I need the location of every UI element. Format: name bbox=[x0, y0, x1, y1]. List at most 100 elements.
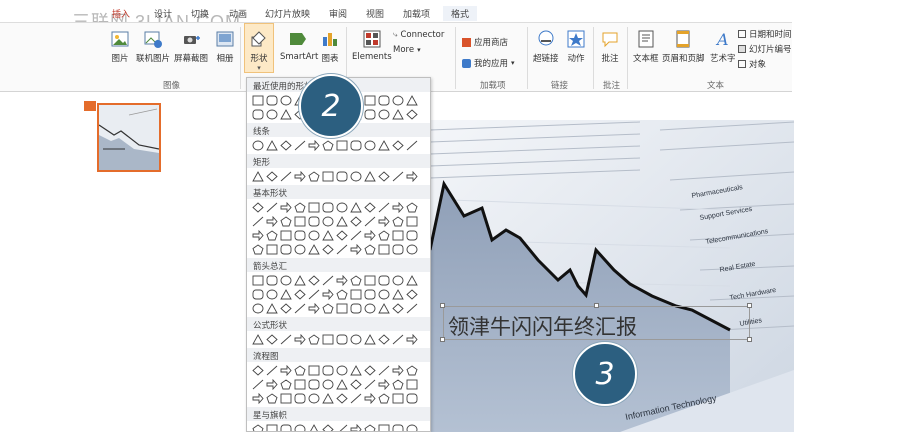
shape-option[interactable] bbox=[364, 244, 376, 255]
shape-option[interactable] bbox=[392, 379, 404, 390]
shape-option[interactable] bbox=[364, 289, 376, 300]
shape-row[interactable] bbox=[251, 171, 430, 182]
shape-option[interactable] bbox=[322, 275, 334, 286]
shape-option[interactable] bbox=[322, 289, 334, 300]
shape-option[interactable] bbox=[364, 171, 376, 182]
shape-icons-basic-4[interactable] bbox=[251, 244, 426, 255]
shape-option[interactable] bbox=[364, 216, 376, 227]
more-button[interactable]: More ▾ bbox=[393, 45, 421, 55]
shape-option[interactable] bbox=[294, 244, 306, 255]
shape-option[interactable] bbox=[280, 244, 292, 255]
textbox-button[interactable]: 文本框 bbox=[633, 29, 659, 64]
shape-option[interactable] bbox=[266, 109, 278, 120]
shape-option[interactable] bbox=[392, 230, 404, 241]
shape-option[interactable] bbox=[280, 334, 292, 345]
shape-option[interactable] bbox=[336, 171, 348, 182]
shape-option[interactable] bbox=[308, 230, 320, 241]
shape-option[interactable] bbox=[406, 303, 418, 314]
tab-format[interactable]: 格式 bbox=[443, 6, 478, 21]
shape-option[interactable] bbox=[294, 289, 306, 300]
shape-option[interactable] bbox=[266, 216, 278, 227]
shape-option[interactable] bbox=[266, 171, 278, 182]
shape-option[interactable] bbox=[308, 244, 320, 255]
shape-option[interactable] bbox=[336, 303, 348, 314]
shape-option[interactable] bbox=[322, 379, 334, 390]
shape-option[interactable] bbox=[252, 140, 264, 151]
shape-option[interactable] bbox=[406, 289, 418, 300]
header-footer-button[interactable]: 页眉和页脚 bbox=[662, 29, 705, 64]
shape-option[interactable] bbox=[336, 275, 348, 286]
comment-button[interactable]: 批注 bbox=[600, 29, 620, 64]
shape-option[interactable] bbox=[308, 393, 320, 404]
shape-option[interactable] bbox=[308, 216, 320, 227]
shape-option[interactable] bbox=[252, 171, 264, 182]
shape-option[interactable] bbox=[322, 424, 334, 432]
shape-option[interactable] bbox=[406, 379, 418, 390]
shape-option[interactable] bbox=[322, 334, 334, 345]
shape-option[interactable] bbox=[378, 365, 390, 376]
shape-option[interactable] bbox=[392, 365, 404, 376]
app-store-button[interactable]: 应用商店 bbox=[462, 36, 508, 48]
shape-option[interactable] bbox=[308, 171, 320, 182]
resize-handle[interactable] bbox=[594, 303, 599, 308]
shape-icons-stars[interactable] bbox=[251, 424, 426, 432]
shape-icons-flowchart-2[interactable] bbox=[251, 379, 426, 390]
shape-option[interactable] bbox=[322, 303, 334, 314]
shape-option[interactable] bbox=[322, 230, 334, 241]
shape-option[interactable] bbox=[378, 424, 390, 432]
shape-option[interactable] bbox=[378, 230, 390, 241]
shape-option[interactable] bbox=[280, 424, 292, 432]
shape-option[interactable] bbox=[378, 171, 390, 182]
shape-option[interactable] bbox=[392, 140, 404, 151]
shape-option[interactable] bbox=[350, 393, 362, 404]
shape-option[interactable] bbox=[294, 216, 306, 227]
hyperlink-button[interactable]: 超链接 bbox=[533, 29, 559, 64]
shapes-button[interactable]: 形状 ▾ bbox=[249, 29, 269, 72]
shape-option[interactable] bbox=[294, 275, 306, 286]
shape-option[interactable] bbox=[378, 216, 390, 227]
shape-option[interactable] bbox=[378, 303, 390, 314]
shape-option[interactable] bbox=[336, 216, 348, 227]
shape-option[interactable] bbox=[378, 95, 390, 106]
shape-option[interactable] bbox=[406, 109, 418, 120]
shape-icons-arrows-1[interactable] bbox=[251, 275, 426, 286]
tab-insert[interactable]: 插入 bbox=[112, 7, 130, 20]
shape-option[interactable] bbox=[294, 365, 306, 376]
shape-option[interactable] bbox=[350, 230, 362, 241]
shape-row[interactable] bbox=[251, 393, 430, 404]
shape-option[interactable] bbox=[252, 275, 264, 286]
shape-option[interactable] bbox=[252, 109, 264, 120]
shape-option[interactable] bbox=[406, 334, 418, 345]
slide-number-button[interactable]: 幻灯片编号 bbox=[738, 43, 792, 55]
shape-option[interactable] bbox=[252, 303, 264, 314]
picture-button[interactable]: 图片 bbox=[110, 29, 130, 64]
shape-option[interactable] bbox=[294, 393, 306, 404]
shape-row[interactable] bbox=[251, 216, 430, 227]
shape-option[interactable] bbox=[378, 202, 390, 213]
shape-option[interactable] bbox=[308, 202, 320, 213]
shape-icons-flowchart-1[interactable] bbox=[251, 365, 426, 376]
shape-option[interactable] bbox=[350, 171, 362, 182]
screenshot-button[interactable]: 屏幕截图 bbox=[174, 29, 208, 64]
shape-option[interactable] bbox=[308, 365, 320, 376]
shape-option[interactable] bbox=[266, 230, 278, 241]
shape-option[interactable] bbox=[322, 202, 334, 213]
shape-option[interactable] bbox=[252, 230, 264, 241]
shape-option[interactable] bbox=[308, 275, 320, 286]
shape-option[interactable] bbox=[266, 289, 278, 300]
shape-icons-basic-1[interactable] bbox=[251, 202, 426, 213]
shape-option[interactable] bbox=[406, 244, 418, 255]
shape-option[interactable] bbox=[322, 393, 334, 404]
shape-option[interactable] bbox=[392, 289, 404, 300]
shape-option[interactable] bbox=[266, 244, 278, 255]
shape-option[interactable] bbox=[280, 393, 292, 404]
shape-option[interactable] bbox=[350, 365, 362, 376]
shape-icons-arrows-2[interactable] bbox=[251, 289, 426, 300]
shape-row[interactable] bbox=[251, 289, 430, 300]
shape-option[interactable] bbox=[280, 365, 292, 376]
shape-option[interactable] bbox=[294, 379, 306, 390]
tab-view[interactable]: 视图 bbox=[366, 7, 384, 20]
shape-option[interactable] bbox=[294, 171, 306, 182]
shape-option[interactable] bbox=[336, 230, 348, 241]
tab-transitions[interactable]: 切换 bbox=[191, 7, 209, 20]
